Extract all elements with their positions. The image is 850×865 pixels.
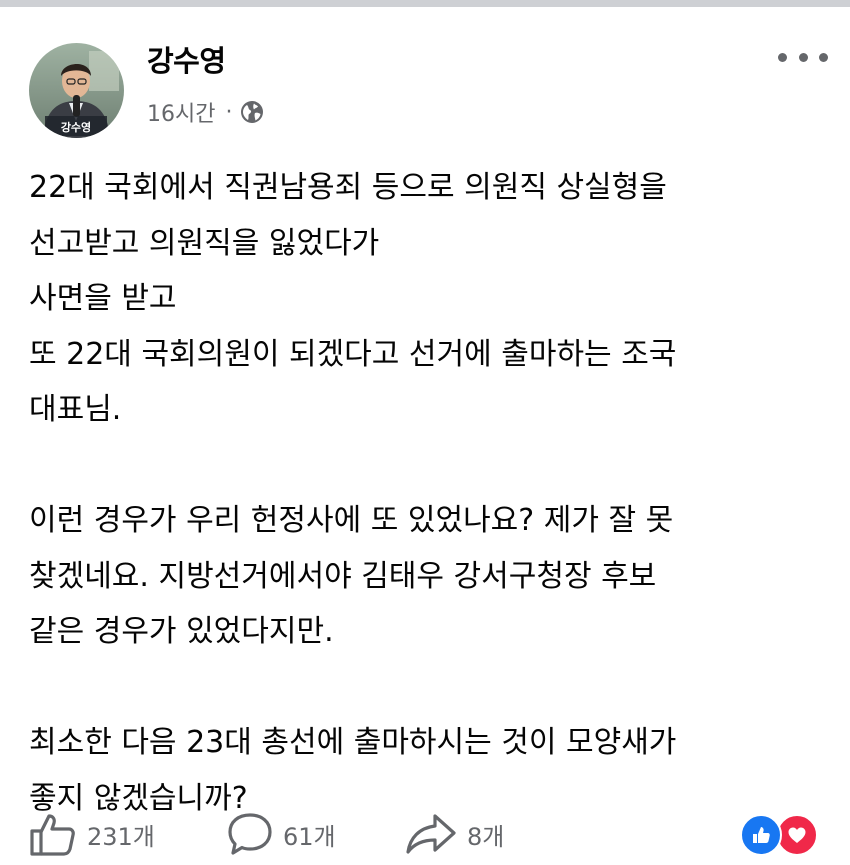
post-text-line: 또 22대 국회의원이 되겠다고 선거에 출마하는 조국: [29, 336, 677, 372]
post-text-line: 사면을 받고: [29, 281, 177, 316]
comment-button[interactable]: 61개: [227, 810, 336, 858]
globe-icon[interactable]: [240, 100, 264, 124]
share-icon: [405, 812, 457, 856]
avatar-caption: 강수영: [61, 120, 91, 134]
post-time[interactable]: 16시간: [147, 96, 215, 128]
share-button[interactable]: 8개: [405, 810, 504, 858]
post-text-line: 최소한 다음 23대 총선에 출마하시는 것이 모양새가: [29, 725, 677, 760]
post-text-line: [29, 660, 829, 716]
meta-separator: ·: [225, 99, 233, 125]
love-reaction-icon: [776, 814, 818, 856]
avatar-image: 강수영: [29, 43, 124, 138]
like-button[interactable]: 231개: [29, 810, 155, 858]
share-count: 8개: [467, 822, 505, 851]
post-text: 22대 국회에서 직권남용죄 등으로 의원직 상실형을선고받고 의원직을 잃었다…: [29, 160, 829, 826]
like-reaction-icon: [740, 814, 782, 856]
post-text-line: 찾겠네요. 지방선거에서야 김태우 강서구청장 후보: [29, 558, 657, 594]
more-options-button[interactable]: [778, 42, 828, 72]
post-text-line: 선고받고 의원직을 잃었다가: [29, 225, 380, 261]
post-text-line: 이런 경우가 우리 헌정사에 또 있었나요? 제가 잘 못: [29, 503, 674, 538]
post-text-line: 같은 경우가 있었다지만.: [29, 614, 334, 649]
more-options-icon-dot: [819, 52, 828, 62]
action-bar: 231개 61개 8개: [29, 810, 850, 858]
avatar[interactable]: 강수영: [29, 43, 124, 138]
more-options-icon: [778, 52, 787, 62]
more-options-icon-dot: [798, 52, 808, 62]
post-text-line: [29, 438, 829, 494]
comment-icon: [227, 812, 273, 856]
post-text-line: 대표님.: [29, 392, 122, 427]
top-divider: [0, 0, 850, 7]
reaction-summary[interactable]: [740, 812, 824, 856]
post-meta: 16시간 ·: [147, 96, 264, 128]
author-name[interactable]: 강수영: [147, 38, 226, 80]
like-count: 231개: [87, 822, 155, 851]
like-icon: [29, 812, 77, 856]
post-text-line: 22대 국회에서 직권남용죄 등으로 의원직 상실형을: [29, 170, 667, 205]
comment-count: 61개: [283, 822, 336, 851]
